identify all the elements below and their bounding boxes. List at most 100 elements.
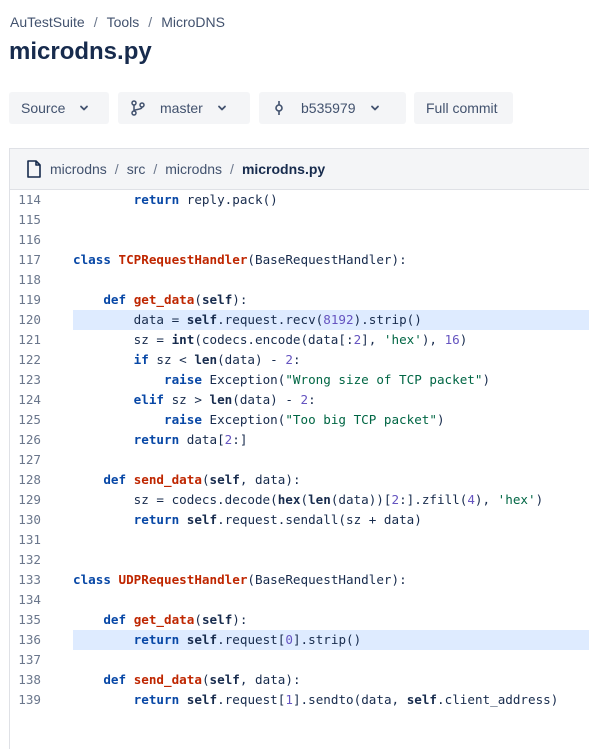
file-viewer: microdns / src / microdns / microdns.py 114 re… — [9, 148, 589, 749]
code-token: 'hex' — [497, 492, 536, 507]
line-number[interactable]: 123 — [10, 370, 41, 390]
code-token: reply.pack() — [179, 192, 278, 207]
file-path-part[interactable]: microdns — [165, 161, 222, 177]
code-text: raise Exception("Wrong size of TCP packe… — [73, 370, 490, 390]
code-line: 127 — [10, 450, 589, 470]
code-text: class UDPRequestHandler(BaseRequestHandl… — [73, 570, 407, 590]
line-number[interactable]: 135 — [10, 610, 41, 630]
line-number[interactable]: 127 — [10, 450, 41, 470]
chevron-down-icon — [80, 105, 89, 111]
line-number[interactable]: 120 — [10, 310, 41, 330]
code-line: 114 return reply.pack() — [10, 190, 589, 210]
source-dropdown[interactable]: Source — [9, 92, 109, 124]
code-token: 1 — [285, 692, 293, 707]
line-number[interactable]: 121 — [10, 330, 41, 350]
code-token: ( — [201, 672, 210, 687]
breadcrumb-item-tools[interactable]: Tools — [107, 14, 140, 30]
code-text: return data[2:] — [73, 430, 248, 450]
code-token: 2 — [391, 492, 400, 507]
code-line: 117 class TCPRequestHandler(BaseRequestHa… — [10, 250, 589, 270]
line-number[interactable]: 122 — [10, 350, 41, 370]
code-token: : — [308, 392, 316, 407]
line-number[interactable]: 129 — [10, 490, 41, 510]
code-text: sz = int(codecs.encode(data[:2], 'hex'),… — [73, 330, 468, 350]
code-text: return reply.pack() — [73, 190, 278, 210]
code-token: ( — [201, 472, 210, 487]
line-number[interactable]: 128 — [10, 470, 41, 490]
code-token: sz > — [164, 392, 210, 407]
code-line: 136 return self.request[0].strip() — [10, 630, 589, 650]
code-token: 8192 — [323, 312, 354, 327]
line-number[interactable]: 132 — [10, 550, 41, 570]
commit-dropdown[interactable]: b535979 — [259, 92, 406, 124]
line-number[interactable]: 139 — [10, 690, 41, 710]
line-number[interactable]: 119 — [10, 290, 41, 310]
code-token: def — [103, 292, 127, 307]
commit-icon — [275, 101, 283, 115]
line-number[interactable]: 116 — [10, 230, 41, 250]
line-number[interactable]: 114 — [10, 190, 41, 210]
file-path-separator: / — [114, 161, 119, 177]
code-token: return — [133, 192, 180, 207]
line-number[interactable]: 131 — [10, 530, 41, 550]
code-line: 130 return self.request.sendall(sz + dat… — [10, 510, 589, 530]
line-number[interactable]: 125 — [10, 410, 41, 430]
file-path-part[interactable]: src — [127, 161, 146, 177]
code-token: Exception( — [201, 372, 286, 387]
code-token: ( — [194, 292, 202, 307]
code-token: len — [209, 392, 233, 407]
file-path-separator: / — [153, 161, 158, 177]
code-token: 16 — [444, 332, 460, 347]
line-number[interactable]: 117 — [10, 250, 41, 270]
code-token: ) — [482, 372, 491, 387]
code-line: 123 raise Exception("Wrong size of TCP p… — [10, 370, 589, 390]
branch-dropdown[interactable]: master — [118, 92, 250, 124]
code-token: hex — [277, 492, 301, 507]
branch-icon — [131, 100, 145, 116]
line-number[interactable]: 136 — [10, 630, 41, 650]
code-token: len — [194, 352, 218, 367]
code-line: 129 sz = codecs.decode(hex(len(data))[2:… — [10, 490, 589, 510]
line-number[interactable]: 126 — [10, 430, 41, 450]
line-number[interactable]: 137 — [10, 650, 41, 670]
code-listing: 114 return reply.pack() 115 116 117 class TC… — [10, 190, 589, 710]
line-number[interactable]: 124 — [10, 390, 41, 410]
line-number[interactable]: 133 — [10, 570, 41, 590]
line-number[interactable]: 115 — [10, 210, 41, 230]
code-text: return self.request.sendall(sz + data) — [73, 510, 422, 530]
code-token: ].sendto(data, — [292, 692, 407, 707]
code-token: elif — [133, 392, 165, 407]
code-token: data = — [73, 312, 187, 327]
code-token: , data): — [239, 672, 301, 687]
code-token: , data): — [239, 472, 301, 487]
breadcrumb-item-microdns[interactable]: MicroDNS — [161, 14, 225, 30]
code-token: ), — [474, 492, 498, 507]
line-number[interactable]: 130 — [10, 510, 41, 530]
full-commit-button[interactable]: Full commit — [414, 92, 513, 124]
line-number[interactable]: 138 — [10, 670, 41, 690]
line-number[interactable]: 134 — [10, 590, 41, 610]
code-token: send_data — [133, 472, 202, 487]
code-text: def send_data(self, data): — [73, 670, 301, 690]
code-token: get_data — [133, 612, 195, 627]
code-text: elif sz > len(data) - 2: — [73, 390, 316, 410]
code-line: 137 — [10, 650, 589, 670]
line-number[interactable]: 118 — [10, 270, 41, 290]
breadcrumb-item-autestsuite[interactable]: AuTestSuite — [10, 14, 85, 30]
code-token: (BaseRequestHandler): — [247, 572, 407, 587]
file-path-part[interactable]: microdns — [50, 161, 107, 177]
code-line: 121 sz = int(codecs.encode(data[:2], 'he… — [10, 330, 589, 350]
code-token: ), — [421, 332, 445, 347]
code-line: 120 data = self.request.recv(8192).strip… — [10, 310, 589, 330]
code-line: 116 — [10, 230, 589, 250]
code-token: (data))[ — [330, 492, 392, 507]
code-token: TCPRequestHandler — [118, 252, 248, 267]
code-line: 138 def send_data(self, data): — [10, 670, 589, 690]
file-path-separator: / — [230, 161, 234, 177]
